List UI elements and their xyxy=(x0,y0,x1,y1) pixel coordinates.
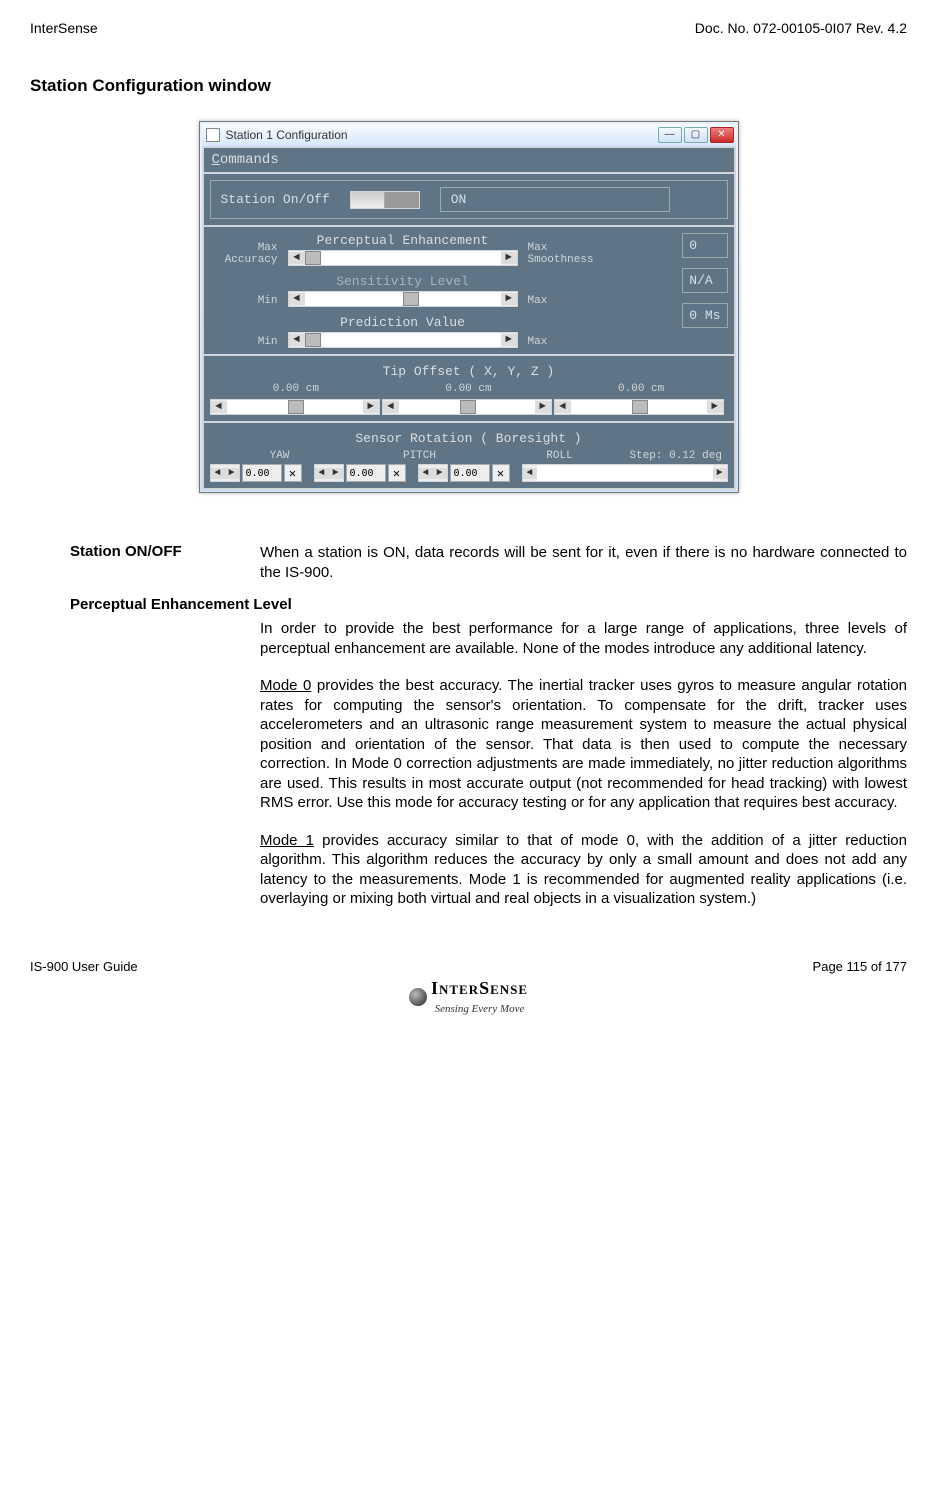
page-header: InterSense Doc. No. 072-00105-0I07 Rev. … xyxy=(30,20,907,36)
station-state: ON xyxy=(440,187,670,212)
sens-value: N/A xyxy=(682,268,727,293)
yaw-stepper[interactable]: ◄► xyxy=(210,464,240,482)
header-left: InterSense xyxy=(30,20,98,36)
brand-name: InterSense xyxy=(431,978,528,998)
roll-reset[interactable]: ✕ xyxy=(492,464,510,482)
pitch-value[interactable]: 0.00 xyxy=(346,464,386,482)
pitch-label: PITCH xyxy=(350,450,490,462)
perc-intro: In order to provide the best performance… xyxy=(260,620,907,657)
perc-slider[interactable]: ◄► xyxy=(288,250,518,266)
yaw-label: YAW xyxy=(210,450,350,462)
step-slider[interactable]: ◄► xyxy=(522,464,728,482)
footer-right: Page 115 of 177 xyxy=(813,959,907,974)
header-right: Doc. No. 072-00105-0I07 Rev. 4.2 xyxy=(695,20,907,36)
sensor-title: Sensor Rotation ( Boresight ) xyxy=(210,431,728,446)
tip-y: 0.00 cm xyxy=(445,383,491,395)
mode0-body: provides the best accuracy. The inertial… xyxy=(260,677,907,811)
perc-heading: Perceptual Enhancement Level xyxy=(70,596,292,613)
tip-x-slider[interactable]: ◄► xyxy=(210,399,380,415)
menu-commands[interactable]: Commands xyxy=(202,146,736,172)
tip-y-slider[interactable]: ◄► xyxy=(382,399,552,415)
config-window: Station 1 Configuration — ▢ ✕ Commands S… xyxy=(199,121,739,493)
page-footer: IS-900 User Guide Page 115 of 177 xyxy=(30,959,907,974)
sens-left-label: Min xyxy=(210,295,278,307)
window-title: Station 1 Configuration xyxy=(226,128,348,142)
brand-tag: Sensing Every Move xyxy=(435,1003,525,1015)
tip-z: 0.00 cm xyxy=(618,383,664,395)
station-onoff-switch[interactable] xyxy=(350,191,420,209)
pitch-reset[interactable]: ✕ xyxy=(388,464,406,482)
yaw-value[interactable]: 0.00 xyxy=(242,464,282,482)
mode1-body: provides accuracy similar to that of mod… xyxy=(260,832,907,908)
sens-right-label: Max xyxy=(528,295,608,307)
sens-title: Sensitivity Level xyxy=(288,274,518,289)
step-label: Step: 0.12 deg xyxy=(630,450,728,462)
pitch-stepper[interactable]: ◄► xyxy=(314,464,344,482)
maximize-button[interactable]: ▢ xyxy=(684,127,708,143)
roll-label: ROLL xyxy=(490,450,630,462)
definitions: Station ON/OFF When a station is ON, dat… xyxy=(70,543,907,909)
perc-right-label: Max Smoothness xyxy=(528,242,608,266)
brand-logo-icon xyxy=(409,988,427,1006)
onoff-body: When a station is ON, data records will … xyxy=(260,543,907,582)
sens-slider[interactable]: ◄► xyxy=(288,291,518,307)
tip-title: Tip Offset ( X, Y, Z ) xyxy=(210,364,728,379)
pred-value: 0 Ms xyxy=(682,303,727,328)
roll-stepper[interactable]: ◄► xyxy=(418,464,448,482)
titlebar: Station 1 Configuration — ▢ ✕ xyxy=(202,124,736,146)
pred-slider[interactable]: ◄► xyxy=(288,332,518,348)
roll-value[interactable]: 0.00 xyxy=(450,464,490,482)
yaw-reset[interactable]: ✕ xyxy=(284,464,302,482)
pred-title: Prediction Value xyxy=(288,315,518,330)
brand-footer: InterSense Sensing Every Move xyxy=(30,978,907,1016)
footer-left: IS-900 User Guide xyxy=(30,959,138,974)
close-button[interactable]: ✕ xyxy=(710,127,734,143)
minimize-button[interactable]: — xyxy=(658,127,682,143)
pred-right-label: Max xyxy=(528,336,608,348)
mode0-label: Mode 0 xyxy=(260,677,311,694)
station-onoff-label: Station On/Off xyxy=(221,192,330,207)
window-icon xyxy=(206,128,220,142)
onoff-term: Station ON/OFF xyxy=(70,543,260,582)
section-title: Station Configuration window xyxy=(30,76,907,96)
perc-title: Perceptual Enhancement xyxy=(288,233,518,248)
tip-z-slider[interactable]: ◄► xyxy=(554,399,724,415)
pred-left-label: Min xyxy=(210,336,278,348)
perc-left-label: Max Accuracy xyxy=(210,242,278,266)
tip-x: 0.00 cm xyxy=(273,383,319,395)
perc-value: 0 xyxy=(682,233,727,258)
mode1-label: Mode 1 xyxy=(260,832,314,849)
